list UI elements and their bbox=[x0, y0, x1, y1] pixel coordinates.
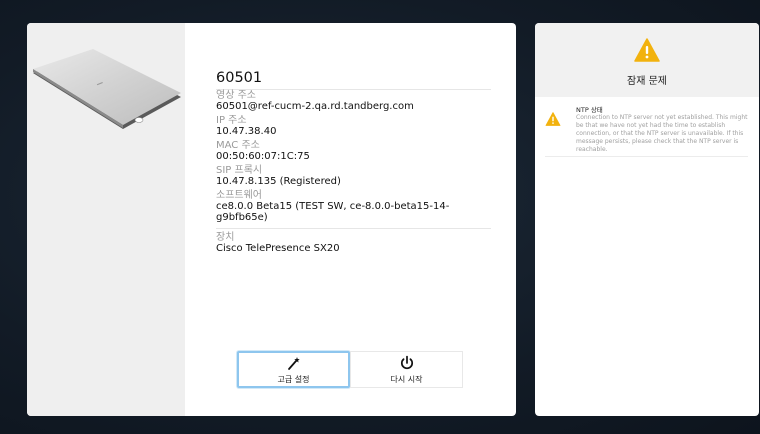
mac-value: 00:50:60:07:1C:75 bbox=[216, 151, 310, 162]
issue-item[interactable]: NTP 상태 Connection to NTP server not yet … bbox=[545, 106, 748, 157]
ip-value: 10.47.38.40 bbox=[216, 126, 277, 137]
device-info-panel: 60501 영상 주소 60501@ref-cucm-2.qa.rd.tandb… bbox=[27, 23, 516, 416]
advanced-settings-button[interactable]: 고급 설정 bbox=[237, 351, 350, 388]
issues-header: 잠재 문제 bbox=[535, 23, 759, 97]
software-label: 소프트웨어 bbox=[216, 190, 262, 201]
device-name: 60501 bbox=[216, 70, 491, 90]
issues-panel: 잠재 문제 NTP 상태 Connection to NTP server no… bbox=[535, 23, 759, 416]
issue-title: NTP 상태 bbox=[576, 106, 603, 114]
advanced-settings-label: 고급 설정 bbox=[277, 374, 310, 384]
device-image bbox=[33, 49, 181, 129]
ip-field: IP 주소 10.47.38.40 bbox=[216, 115, 491, 138]
sip-value: 10.47.8.135 (Registered) bbox=[216, 176, 341, 187]
video-address-value: 60501@ref-cucm-2.qa.rd.tandberg.com bbox=[216, 101, 414, 112]
action-buttons: 고급 설정 다시 시작 bbox=[237, 351, 463, 388]
sip-label: SIP 프록시 bbox=[216, 165, 263, 176]
mac-field: MAC 주소 00:50:60:07:1C:75 bbox=[216, 140, 491, 163]
device-details: 60501 영상 주소 60501@ref-cucm-2.qa.rd.tandb… bbox=[216, 70, 491, 258]
warning-icon bbox=[545, 112, 561, 126]
restart-button[interactable]: 다시 시작 bbox=[350, 351, 463, 388]
hardware-value: Cisco TelePresence SX20 bbox=[216, 243, 340, 254]
power-icon bbox=[400, 355, 413, 369]
divider bbox=[216, 228, 491, 229]
sip-field: SIP 프록시 10.47.8.135 (Registered) bbox=[216, 165, 491, 188]
software-value: ce8.0.0 Beta15 (TEST SW, ce-8.0.0-beta15… bbox=[216, 201, 450, 223]
hardware-field: 장치 Cisco TelePresence SX20 bbox=[216, 232, 491, 255]
ip-label: IP 주소 bbox=[216, 115, 247, 126]
wand-icon bbox=[287, 356, 300, 370]
issues-title: 잠재 문제 bbox=[627, 76, 667, 87]
software-field: 소프트웨어 ce8.0.0 Beta15 (TEST SW, ce-8.0.0-… bbox=[216, 190, 491, 224]
mac-label: MAC 주소 bbox=[216, 140, 260, 151]
issue-description: Connection to NTP server not yet establi… bbox=[576, 114, 748, 153]
video-address-field: 영상 주소 60501@ref-cucm-2.qa.rd.tandberg.co… bbox=[216, 90, 491, 113]
hardware-label: 장치 bbox=[216, 232, 235, 243]
video-address-label: 영상 주소 bbox=[216, 90, 256, 101]
warning-icon bbox=[634, 38, 660, 62]
device-image-column bbox=[27, 23, 185, 416]
restart-label: 다시 시작 bbox=[390, 374, 423, 384]
